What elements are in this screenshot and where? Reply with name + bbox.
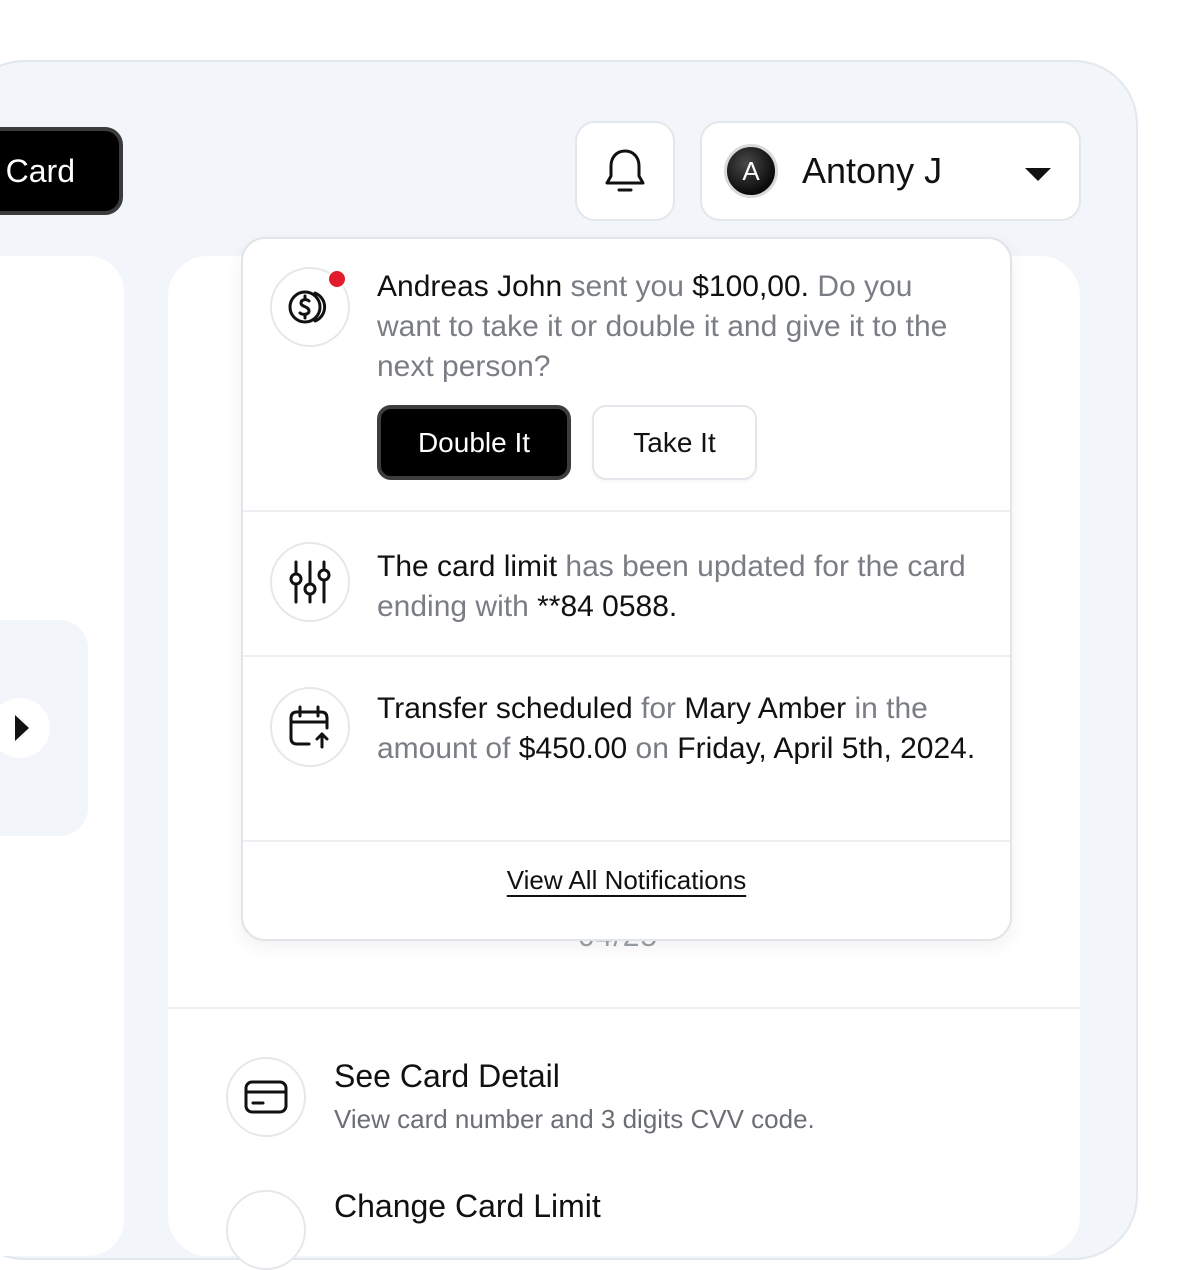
notification-text-part: on — [627, 732, 678, 765]
avatar-initial: A — [742, 155, 760, 186]
add-card-button[interactable]: Card — [0, 127, 123, 215]
sliders-icon — [289, 560, 331, 604]
see-card-detail-subtitle: View card number and 3 digits CVV code. — [334, 1104, 815, 1134]
notification-amount: $450.00 — [518, 732, 628, 765]
coins-dollar-icon — [288, 290, 327, 324]
notification-icon-wrap — [270, 687, 350, 767]
divider — [243, 840, 1010, 842]
notification-text: The card limit has been updated for the … — [377, 547, 977, 627]
double-it-button[interactable]: Double It — [377, 405, 571, 480]
user-name: Antony J — [802, 150, 943, 191]
notification-subject: The card limit — [377, 550, 558, 583]
change-card-limit-icon-wrap[interactable] — [226, 1190, 306, 1270]
notification-date: Friday, April 5th, 2024. — [677, 732, 976, 765]
see-card-detail-title[interactable]: See Card Detail — [334, 1058, 560, 1095]
notification-item[interactable]: Andreas John sent you $100,00. Do you wa… — [243, 239, 1010, 511]
notification-text: Transfer scheduled for Mary Amber in the… — [377, 689, 977, 769]
unread-dot — [327, 269, 347, 289]
notification-text: Andreas John sent you $100,00. Do you wa… — [377, 267, 977, 387]
credit-card-icon — [244, 1080, 288, 1114]
notification-recipient: Mary Amber — [684, 692, 847, 725]
add-card-label: Card — [5, 152, 75, 189]
notification-item[interactable]: Transfer scheduled for Mary Amber in the… — [243, 657, 1010, 841]
take-it-button[interactable]: Take It — [592, 405, 757, 480]
notification-subject: Transfer scheduled — [377, 692, 633, 725]
see-card-detail-icon-wrap[interactable] — [226, 1057, 306, 1137]
view-all-notifications-link[interactable]: View All Notifications — [243, 865, 1010, 896]
notification-card-number: **84 0588. — [537, 590, 678, 623]
notifications-button[interactable] — [575, 121, 675, 221]
avatar: A — [724, 144, 778, 198]
notification-item[interactable]: The card limit has been updated for the … — [243, 512, 1010, 656]
caret-down-icon — [1025, 168, 1051, 181]
notification-text-part: sent you — [562, 270, 693, 303]
divider — [168, 1007, 1080, 1009]
change-card-limit-title[interactable]: Change Card Limit — [334, 1188, 601, 1225]
notification-icon-wrap — [270, 542, 350, 622]
user-menu-button[interactable]: A Antony J — [700, 121, 1081, 221]
view-all-label: View All Notifications — [506, 865, 747, 895]
calendar-upload-icon — [289, 705, 329, 749]
play-icon — [15, 715, 29, 741]
notification-sender: Andreas John — [377, 270, 563, 303]
notification-text-part: for — [632, 692, 685, 725]
notification-amount: $100,00. — [692, 270, 809, 303]
notifications-dropdown: Andreas John sent you $100,00. Do you wa… — [241, 237, 1012, 941]
bell-icon — [605, 149, 645, 192]
